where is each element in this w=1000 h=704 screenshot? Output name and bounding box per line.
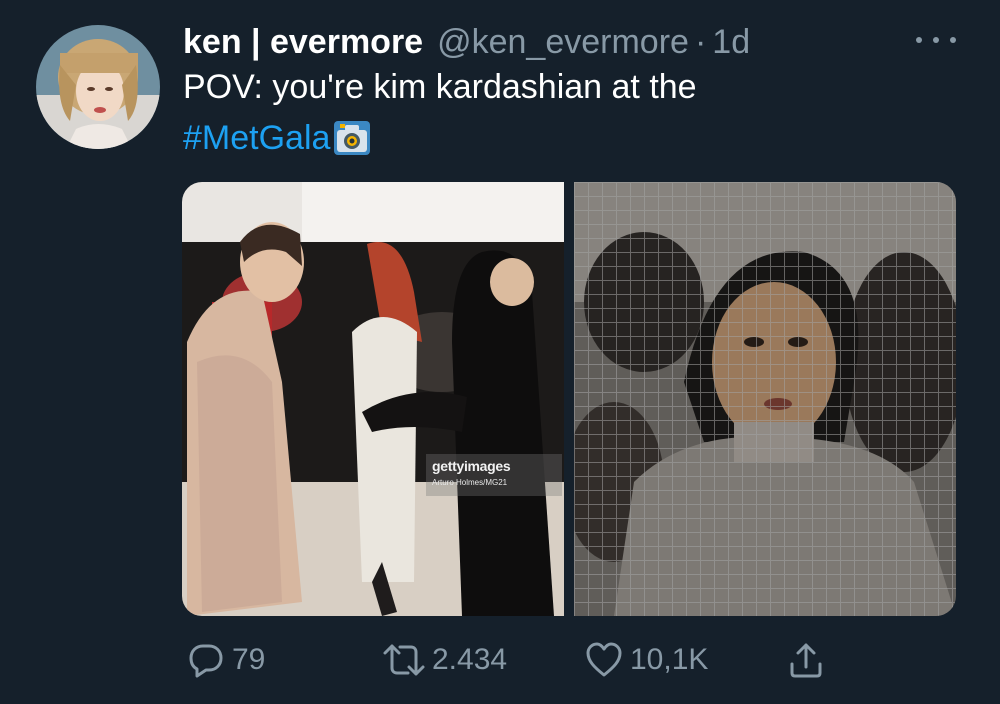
timestamp[interactable]: 1d	[712, 23, 750, 62]
display-name[interactable]: ken | evermore	[183, 23, 423, 62]
reply-button[interactable]: 79	[186, 636, 265, 684]
tweet-text-line2: #MetGala	[183, 116, 371, 160]
like-button[interactable]: 10,1K	[584, 636, 708, 684]
more-icon[interactable]	[916, 28, 956, 52]
tweet-text: POV: you're kim kardashian at the	[183, 68, 697, 106]
media-photo-left[interactable]: gettyimages Arturo Holmes/MG21	[182, 182, 564, 616]
photo-left-image	[182, 182, 564, 616]
avatar[interactable]	[36, 25, 160, 149]
watermark-brand: gettyimages	[432, 458, 511, 474]
retweet-button[interactable]: 2.434	[382, 636, 507, 684]
tweet-header: ken | evermore @ken_evermore · 1d	[183, 18, 750, 66]
media-grid[interactable]: gettyimages Arturo Holmes/MG21	[182, 182, 956, 616]
media-photo-right[interactable]	[574, 182, 956, 616]
reply-count: 79	[232, 643, 266, 676]
share-icon	[790, 643, 822, 678]
photo-right-image	[574, 182, 956, 616]
heart-icon	[586, 642, 622, 677]
tweet: ken | evermore @ken_evermore · 1d POV: y…	[0, 0, 1000, 704]
reply-icon	[189, 644, 223, 678]
tweet-actions: 79 2.434 10,1K	[0, 636, 1000, 684]
like-count: 10,1K	[630, 643, 709, 676]
avatar-image	[36, 25, 160, 149]
share-button[interactable]	[786, 636, 826, 684]
retweet-icon	[383, 644, 425, 676]
watermark-credit: Arturo Holmes/MG21	[432, 478, 508, 487]
camera-emoji-icon	[334, 121, 371, 155]
getty-watermark: gettyimages Arturo Holmes/MG21	[426, 454, 562, 496]
retweet-count: 2.434	[432, 643, 508, 676]
user-handle[interactable]: @ken_evermore	[437, 23, 689, 62]
separator: ·	[694, 22, 707, 61]
hashtag-link[interactable]: #MetGala	[183, 119, 330, 158]
